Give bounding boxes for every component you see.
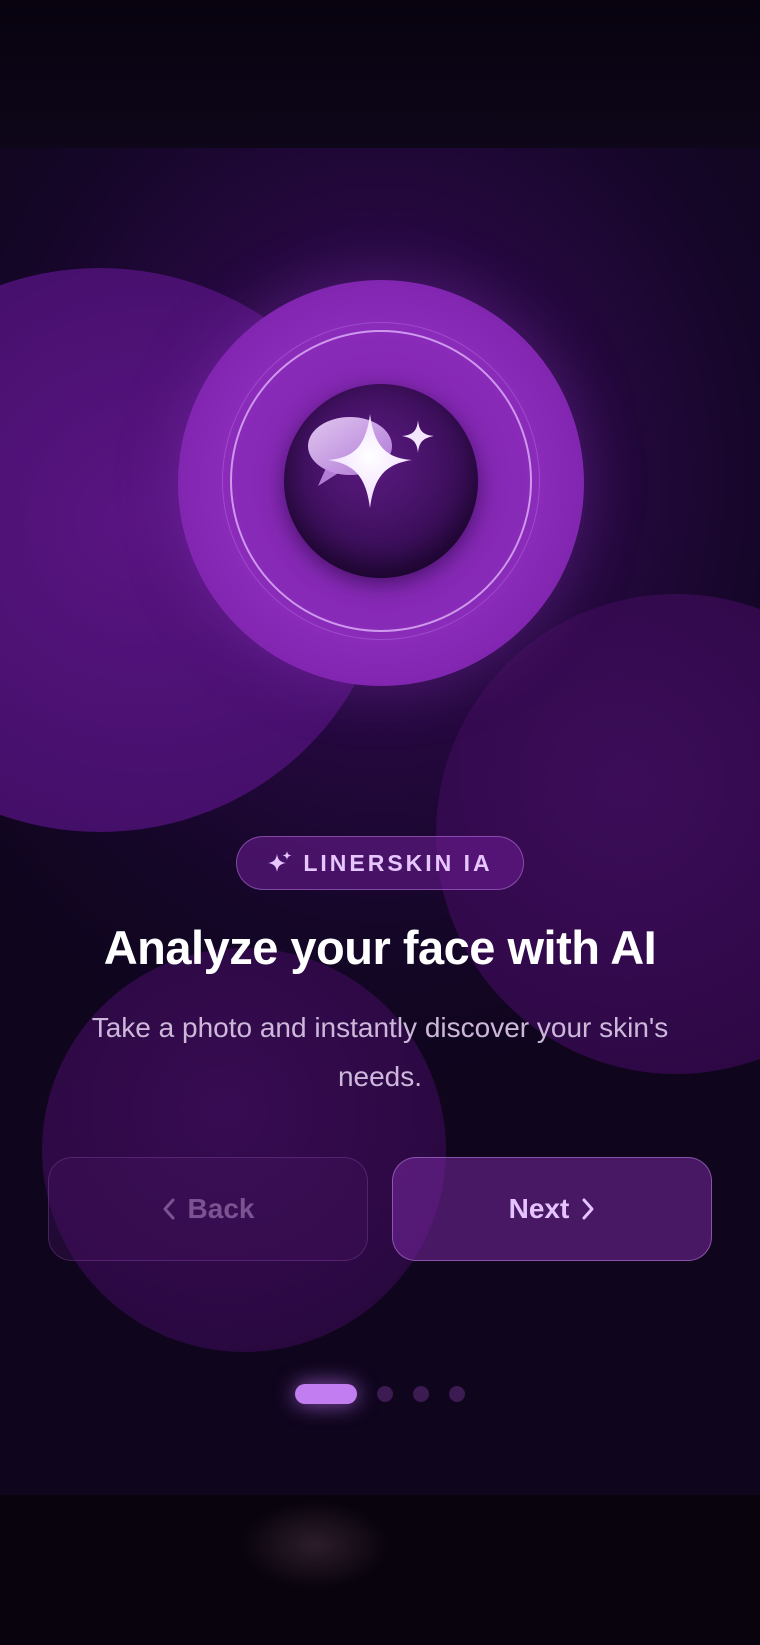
home-indicator-glow	[240, 1500, 390, 1590]
next-button[interactable]: Next	[392, 1157, 712, 1261]
pagination-dots	[0, 1383, 760, 1405]
headline: Analyze your face with AI	[103, 921, 657, 974]
back-button-label: Back	[187, 1193, 255, 1224]
page-dot[interactable]	[377, 1386, 393, 1402]
background-blob-right	[436, 594, 760, 1074]
back-button[interactable]: Back	[48, 1157, 368, 1261]
subtitle: Take a photo and instantly discover your…	[91, 1012, 669, 1092]
sparkles-icon	[268, 851, 292, 872]
brand-badge: LINERSKIN IA	[236, 836, 524, 890]
page-dot[interactable]	[413, 1386, 429, 1402]
chevron-right-icon	[582, 1198, 594, 1220]
page-dot-active[interactable]	[295, 1384, 357, 1404]
ai-chat-sparkle-icon	[308, 414, 434, 508]
chevron-left-icon	[163, 1198, 175, 1220]
brand-badge-label: LINERSKIN IA	[303, 849, 493, 876]
home-indicator-area	[0, 1495, 760, 1645]
status-bar-area	[0, 0, 760, 148]
page-dot[interactable]	[449, 1386, 465, 1402]
next-button-label: Next	[508, 1193, 570, 1224]
onboarding-screen: LINERSKIN IA Analyze your face with AI T…	[0, 0, 760, 1645]
hero-stage: LINERSKIN IA	[0, 148, 760, 1495]
